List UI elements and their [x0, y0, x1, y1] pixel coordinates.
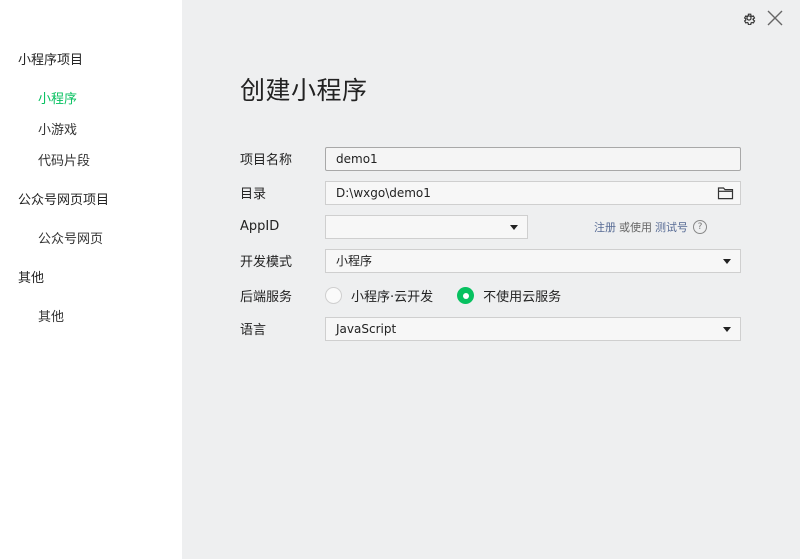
chevron-down-icon	[723, 258, 731, 264]
dev-mode-value: 小程序	[336, 254, 373, 268]
dev-mode-row: 开发模式 小程序	[240, 248, 760, 273]
project-name-row: 项目名称 demo1	[240, 146, 760, 171]
appid-row: AppID 注册 或使用 测试号 ?	[240, 214, 760, 239]
close-icon[interactable]	[766, 9, 784, 27]
language-row: 语言 JavaScript	[240, 316, 760, 341]
backend-label: 后端服务	[240, 290, 293, 305]
backend-row: 后端服务 小程序·云开发 不使用云服务	[240, 283, 760, 308]
directory-label: 目录	[240, 187, 267, 202]
dev-mode-label: 开发模式	[240, 255, 293, 270]
radio-no-cloud[interactable]	[457, 287, 475, 304]
question-circle-icon[interactable]: ?	[693, 220, 707, 234]
register-link[interactable]: 注册	[594, 219, 616, 235]
directory-row: 目录 D:\wxgo\demo1	[240, 180, 760, 205]
project-name-input[interactable]: demo1	[325, 146, 741, 171]
appid-links: 注册 或使用 测试号 ?	[594, 219, 707, 235]
language-select[interactable]: JavaScript	[325, 316, 741, 341]
project-name-label: 项目名称	[240, 153, 293, 168]
radio-cloud-dev[interactable]	[325, 287, 342, 304]
radio-no-cloud-label[interactable]: 不使用云服务	[483, 286, 561, 305]
directory-input[interactable]: D:\wxgo\demo1	[325, 180, 741, 205]
test-account-link[interactable]: 测试号	[655, 219, 688, 235]
sidebar-item-minigame[interactable]: 小游戏	[38, 119, 77, 138]
backend-radio-group: 小程序·云开发 不使用云服务	[325, 286, 561, 305]
gear-icon[interactable]	[740, 9, 758, 27]
sidebar-category-official-account[interactable]: 公众号网页项目	[18, 189, 109, 208]
project-name-value: demo1	[336, 151, 378, 166]
create-project-window: 小程序项目 小程序 小游戏 代码片段 公众号网页项目 公众号网页 其他 其他 创…	[0, 0, 800, 559]
sidebar-category-other[interactable]: 其他	[18, 267, 44, 286]
sidebar-item-code-snippet[interactable]: 代码片段	[38, 150, 90, 169]
sidebar: 小程序项目 小程序 小游戏 代码片段 公众号网页项目 公众号网页 其他 其他	[0, 0, 182, 559]
sidebar-item-official-account-web[interactable]: 公众号网页	[38, 228, 103, 247]
sidebar-item-miniprogram[interactable]: 小程序	[38, 88, 77, 107]
sidebar-item-other[interactable]: 其他	[38, 306, 64, 325]
directory-value: D:\wxgo\demo1	[336, 185, 431, 200]
language-label: 语言	[240, 323, 267, 338]
radio-dot-icon	[462, 292, 469, 299]
radio-cloud-dev-label[interactable]: 小程序·云开发	[351, 286, 433, 305]
page-title: 创建小程序	[240, 76, 368, 105]
sidebar-category-miniprogram[interactable]: 小程序项目	[18, 49, 83, 68]
appid-select[interactable]	[325, 214, 528, 239]
main-panel: 创建小程序 项目名称 demo1 目录 D:\wxgo\demo1 AppID …	[182, 0, 800, 559]
chevron-down-icon	[723, 326, 731, 332]
window-controls	[740, 9, 784, 27]
chevron-down-icon	[510, 224, 518, 230]
folder-icon[interactable]	[717, 185, 734, 201]
language-value: JavaScript	[336, 321, 397, 336]
appid-label: AppID	[240, 219, 280, 234]
or-use-text: 或使用	[619, 221, 652, 234]
dev-mode-select[interactable]: 小程序	[325, 248, 741, 273]
